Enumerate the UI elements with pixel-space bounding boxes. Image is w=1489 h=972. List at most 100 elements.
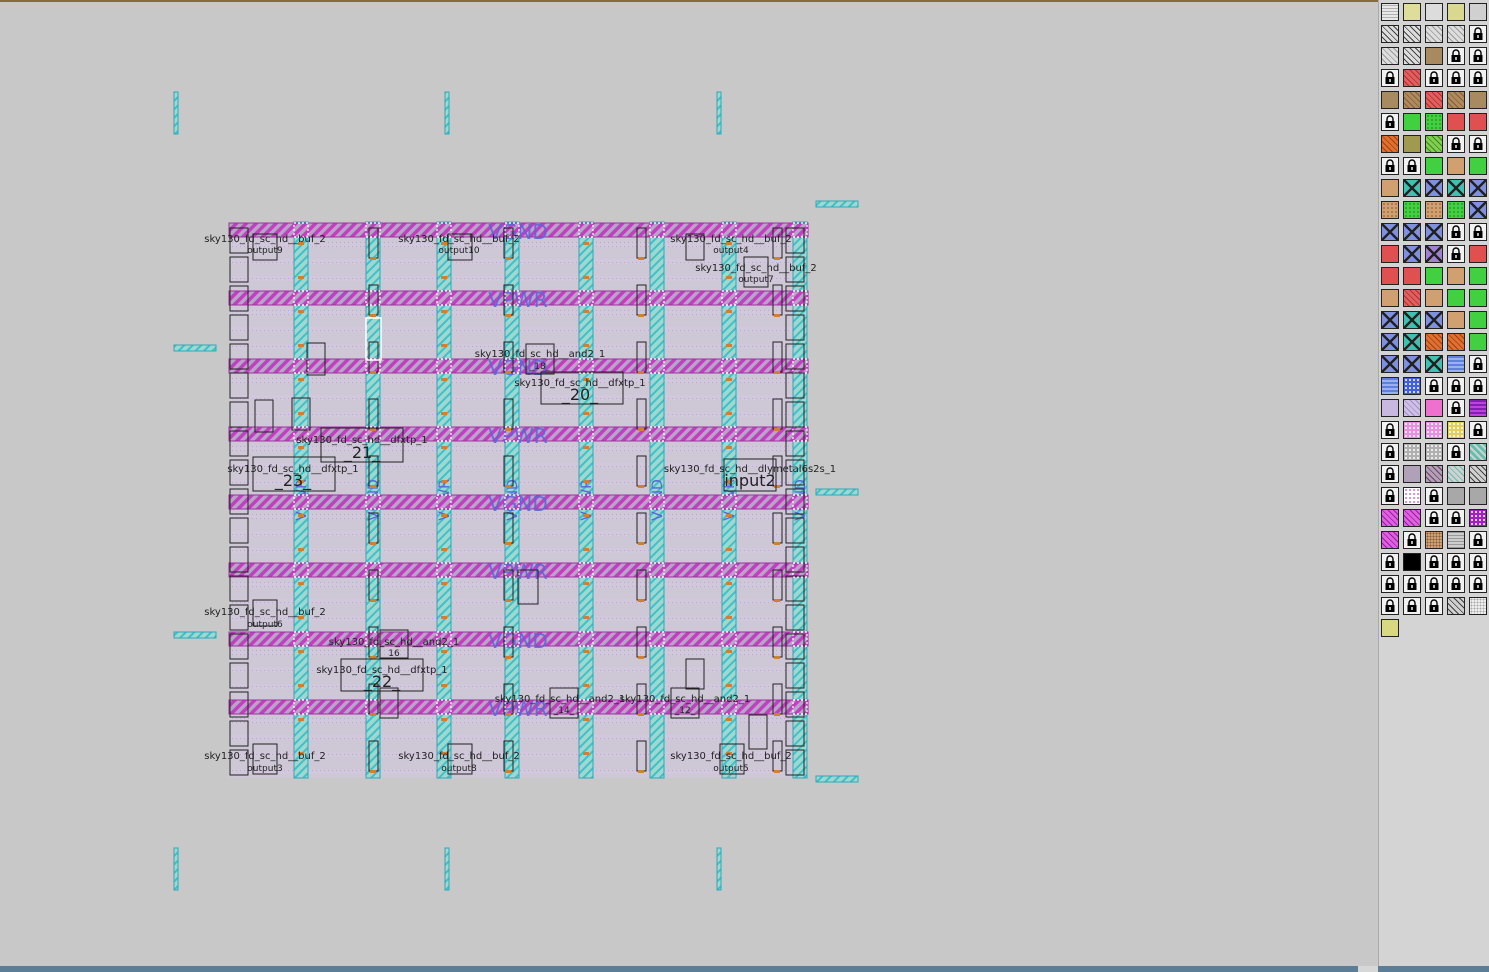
layer-swatch-red-hatch[interactable] [1403,289,1421,307]
layer-swatch-blue-x[interactable] [1403,223,1421,241]
layer-swatch-pink-dots[interactable] [1425,421,1443,439]
layer-swatch-blue-wave[interactable] [1381,377,1399,395]
layer-swatch-tan[interactable] [1381,289,1399,307]
layer-swatch-green[interactable] [1469,311,1487,329]
layer-swatch-green[interactable] [1403,113,1421,131]
layer-swatch-purple-dots[interactable] [1469,509,1487,527]
layer-swatch-red-hatch[interactable] [1425,91,1443,109]
lock-icon[interactable] [1425,575,1443,593]
layer-swatch-pink-dots2[interactable] [1403,487,1421,505]
layer-swatch-green-dots[interactable] [1425,113,1443,131]
layer-swatch-teal-x[interactable] [1425,355,1443,373]
layer-swatch-tan[interactable] [1425,289,1443,307]
io-pin[interactable] [716,847,722,891]
lock-icon[interactable] [1381,553,1399,571]
lock-icon[interactable] [1469,355,1487,373]
io-pin[interactable] [173,344,217,352]
lock-icon[interactable] [1425,487,1443,505]
lock-icon[interactable] [1469,25,1487,43]
layer-swatch-magenta-hatch[interactable] [1381,509,1399,527]
lock-icon[interactable] [1425,509,1443,527]
layer-swatch-red[interactable] [1381,267,1399,285]
layer-swatch-teal-x[interactable] [1403,311,1421,329]
layer-swatch-hatch-light[interactable] [1425,25,1443,43]
layer-swatch-dots[interactable] [1381,3,1399,21]
layer-swatch-magenta-hatch[interactable] [1403,509,1421,527]
layer-swatch-blue-x[interactable] [1469,179,1487,197]
layer-swatch-green[interactable] [1425,267,1443,285]
layer-swatch-blue-x[interactable] [1403,355,1421,373]
layer-swatch-blue-x[interactable] [1381,355,1399,373]
layer-swatch-green-dots[interactable] [1447,201,1465,219]
layer-swatch-brown[interactable] [1381,91,1399,109]
layer-swatch-teal-x[interactable] [1447,179,1465,197]
layer-swatch-blue-wave[interactable] [1447,355,1465,373]
layer-swatch-green-hatch[interactable] [1425,135,1443,153]
layer-swatch-teal-x[interactable] [1403,179,1421,197]
lock-icon[interactable] [1447,47,1465,65]
layer-swatch-hatch-dark[interactable] [1403,47,1421,65]
lock-icon[interactable] [1447,223,1465,241]
layer-swatch-yellow-sel[interactable] [1381,619,1399,637]
layer-swatch-brown-hatch[interactable] [1447,91,1465,109]
layer-swatch-orange-hatch[interactable] [1381,135,1399,153]
layer-swatch-yellow-dots[interactable] [1447,421,1465,439]
layer-swatch-outline[interactable] [1425,3,1443,21]
layer-swatch-tan-dots[interactable] [1381,201,1399,219]
lock-icon[interactable] [1469,575,1487,593]
layer-swatch-tan-dots[interactable] [1425,201,1443,219]
layer-swatch-orange-hatch[interactable] [1447,333,1465,351]
io-pin[interactable] [173,631,217,639]
layer-swatch-hatch-dark[interactable] [1403,25,1421,43]
layer-swatch-brown[interactable] [1469,91,1487,109]
io-pin[interactable] [815,200,859,208]
lock-icon[interactable] [1447,553,1465,571]
layer-swatch-magenta-hatch[interactable] [1381,531,1399,549]
layer-swatch-red[interactable] [1403,267,1421,285]
layer-swatch-blue-x[interactable] [1425,223,1443,241]
layer-swatch-tan-grid[interactable] [1425,531,1443,549]
layer-swatch-gray-grid[interactable] [1447,531,1465,549]
layer-swatch-brown-hatch[interactable] [1403,91,1421,109]
layer-swatch-hatch-light[interactable] [1381,47,1399,65]
layer-swatch-blue-x[interactable] [1469,201,1487,219]
lock-icon[interactable] [1447,443,1465,461]
layer-swatch-black[interactable] [1403,553,1421,571]
lock-icon[interactable] [1469,531,1487,549]
layer-swatch-plain-gray[interactable] [1469,3,1487,21]
lock-icon[interactable] [1403,597,1421,615]
lock-icon[interactable] [1469,223,1487,241]
layer-swatch-green[interactable] [1447,289,1465,307]
layer-swatch-blue-x[interactable] [1403,245,1421,263]
layout-canvas[interactable]: VPWRVGNDVPWRVGNDVPWRVGNDVPWRVGNDVGNDVPWR… [0,0,1378,968]
lock-icon[interactable] [1381,421,1399,439]
lock-icon[interactable] [1447,399,1465,417]
layer-swatch-green[interactable] [1469,333,1487,351]
layer-swatch-green-dots[interactable] [1403,201,1421,219]
lock-icon[interactable] [1425,553,1443,571]
lock-icon[interactable] [1381,465,1399,483]
io-pin[interactable] [173,847,179,891]
layer-swatch-tan[interactable] [1447,267,1465,285]
layer-swatch-teal-hatch[interactable] [1447,465,1465,483]
io-pin[interactable] [815,488,859,496]
layer-swatch-pink-dots[interactable] [1403,421,1421,439]
lock-icon[interactable] [1425,377,1443,395]
io-pin[interactable] [173,91,179,135]
layout-drawing[interactable]: VPWRVGNDVPWRVGNDVPWRVGNDVPWRVGNDVGNDVPWR… [0,2,1378,968]
layer-swatch-gray-hatch[interactable] [1469,465,1487,483]
layer-swatch-pink[interactable] [1425,399,1443,417]
layer-swatch-teal-dash[interactable] [1469,443,1487,461]
layer-swatch-blue-x[interactable] [1381,223,1399,241]
lock-icon[interactable] [1403,575,1421,593]
layer-swatch-blue-x[interactable] [1381,333,1399,351]
layer-swatch-gray-hatch[interactable] [1447,597,1465,615]
layer-swatch-green[interactable] [1469,267,1487,285]
lock-icon[interactable] [1469,421,1487,439]
layer-swatch-gray-dots[interactable] [1425,443,1443,461]
lock-icon[interactable] [1381,113,1399,131]
io-pin[interactable] [716,91,722,135]
lock-icon[interactable] [1447,509,1465,527]
layer-swatch-green[interactable] [1469,289,1487,307]
io-pin[interactable] [444,91,450,135]
